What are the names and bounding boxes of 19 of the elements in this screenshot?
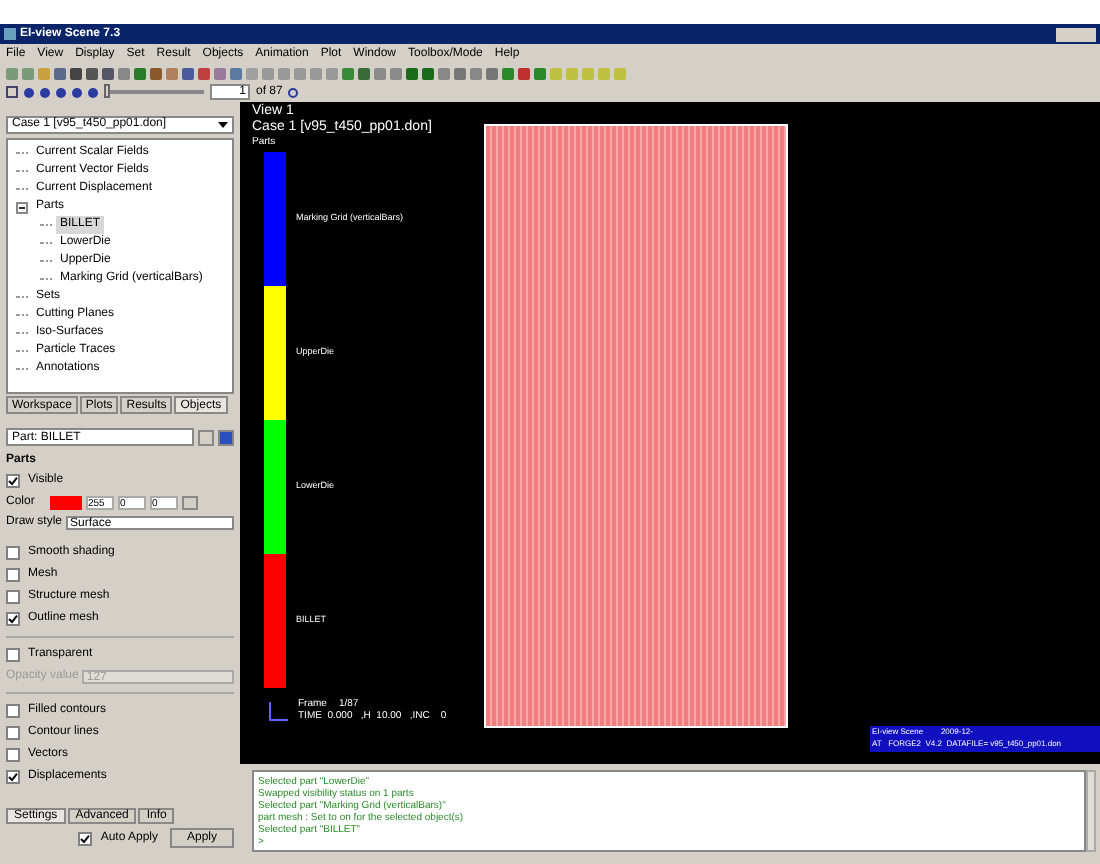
checkbox[interactable]: [6, 612, 20, 626]
checkbox[interactable]: [6, 568, 20, 582]
checkbox[interactable]: [6, 704, 20, 718]
scrollbar[interactable]: [1086, 770, 1096, 852]
checkbox[interactable]: [6, 474, 20, 488]
checkbox[interactable]: [6, 748, 20, 762]
dropdown-arrow-icon[interactable]: [218, 121, 228, 129]
color-picker-button[interactable]: [182, 495, 198, 509]
checkbox[interactable]: [78, 831, 93, 845]
frame-slider-thumb[interactable]: [104, 84, 110, 98]
app-icon: [4, 28, 16, 40]
expander-icon[interactable]: [16, 201, 28, 213]
checkbox[interactable]: [6, 726, 20, 740]
checkbox[interactable]: [6, 770, 20, 784]
checkbox[interactable]: [6, 546, 20, 560]
color-swatch[interactable]: [50, 495, 82, 509]
checkbox[interactable]: [6, 648, 20, 662]
checkbox[interactable]: [6, 590, 20, 604]
axis-icon: [268, 702, 288, 722]
